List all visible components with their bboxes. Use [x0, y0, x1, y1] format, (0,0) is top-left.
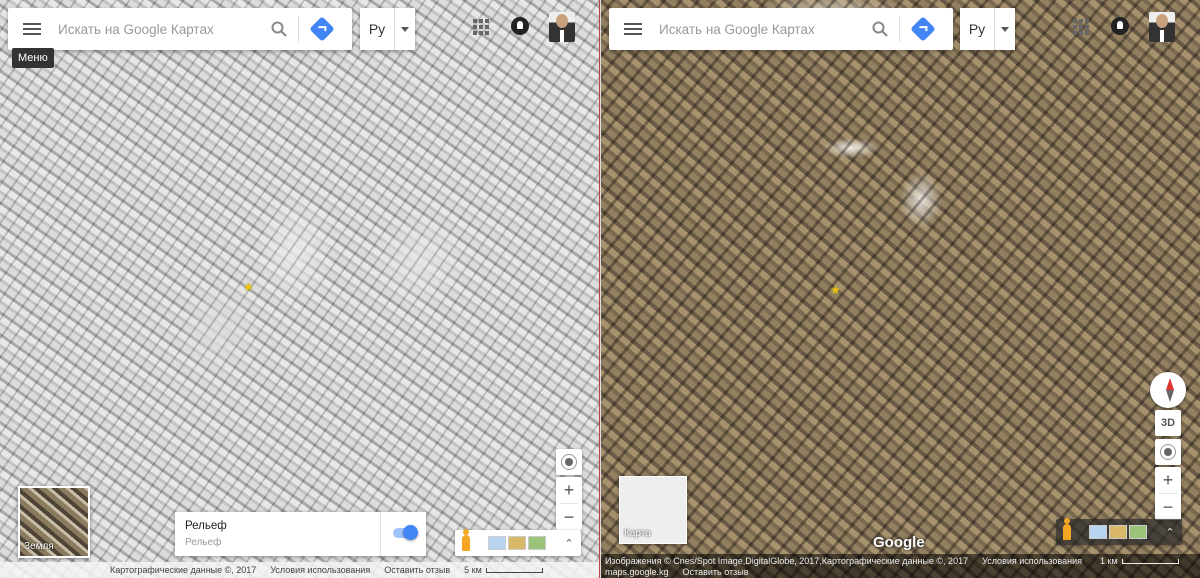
domain-label: maps.google.kg [605, 566, 669, 577]
notifications-icon[interactable] [1111, 17, 1129, 35]
google-logo: Google [873, 534, 925, 551]
map-layer-label: Карта [624, 528, 651, 539]
terms-link[interactable]: Условия использования [270, 565, 370, 575]
zoom-in-button[interactable]: + [1155, 467, 1181, 493]
pegman-icon[interactable] [455, 529, 477, 556]
chevron-down-icon[interactable] [394, 8, 415, 50]
search-icon [872, 21, 888, 37]
notifications-icon[interactable] [511, 17, 529, 35]
layer-thumb-bike[interactable] [1129, 525, 1147, 539]
map-data-credit: Картографические данные ©, 2017 [110, 565, 257, 575]
scale-bar [485, 568, 543, 574]
search-button[interactable] [861, 8, 899, 50]
language-label: Ру [968, 21, 986, 37]
terrain-map-pane[interactable]: Ру Меню ★ Земля Рельеф Рельеф + − ⌃ Карт [0, 0, 600, 578]
compass-north-needle [1166, 378, 1174, 390]
pegman-icon[interactable] [1056, 518, 1078, 545]
menu-button[interactable] [8, 8, 56, 50]
layer-thumb-transit[interactable] [1089, 525, 1107, 539]
language-select[interactable]: Ру [360, 8, 415, 50]
menu-icon [624, 23, 642, 35]
location-icon [1164, 448, 1172, 456]
feedback-link[interactable]: Оставить отзыв [384, 565, 450, 575]
chevron-down-icon[interactable] [994, 8, 1015, 50]
relief-toggle[interactable] [380, 512, 427, 556]
scale-label: 1 км [1100, 556, 1179, 566]
search-box [609, 8, 953, 50]
compass-south-needle [1166, 390, 1174, 402]
language-label: Ру [368, 21, 386, 37]
menu-tooltip: Меню [12, 48, 54, 68]
relief-layer-card: Рельеф Рельеф [175, 512, 426, 556]
relief-subtitle: Рельеф [185, 537, 222, 548]
search-input[interactable] [657, 20, 861, 38]
zoom-control: + − [1155, 467, 1181, 520]
layer-thumb-terrain[interactable] [508, 536, 526, 550]
layers-bar: ⌃ [1056, 518, 1182, 545]
scale-label: 5 км [464, 565, 543, 575]
language-select[interactable]: Ру [960, 8, 1015, 50]
terms-link[interactable]: Условия использования [982, 556, 1082, 566]
chevron-up-icon[interactable]: ⌃ [557, 530, 581, 556]
search-input[interactable] [56, 20, 260, 38]
earth-layer-label: Земля [24, 541, 54, 552]
layer-thumb-terrain[interactable] [1109, 525, 1127, 539]
zoom-out-button[interactable]: − [556, 504, 582, 530]
place-marker-star-icon[interactable]: ★ [243, 280, 254, 294]
tilt-3d-button[interactable]: 3D [1155, 410, 1181, 436]
zoom-control: + − [556, 477, 582, 530]
satellite-map-pane[interactable]: Ру ★ Карта 3D + − ⌃ Google Изображения ©… [601, 0, 1200, 578]
search-button[interactable] [260, 8, 298, 50]
compass-icon[interactable] [1150, 372, 1186, 408]
map-footer: Изображения © Cnes/Spot Image,DigitalGlo… [601, 554, 1200, 578]
place-marker-star-icon[interactable]: ★ [830, 283, 841, 297]
search-icon [271, 21, 287, 37]
zoom-out-button[interactable]: − [1155, 494, 1181, 520]
layer-thumb-transit[interactable] [488, 536, 506, 550]
satellite-map[interactable] [601, 0, 1200, 578]
map-layer-toggle[interactable]: Карта [619, 476, 687, 544]
directions-icon [910, 16, 936, 42]
directions-button[interactable] [299, 8, 345, 50]
feedback-link[interactable]: Оставить отзыв [683, 567, 749, 577]
layers-bar: ⌃ [455, 529, 581, 556]
menu-button[interactable] [609, 8, 657, 50]
imagery-credit: Изображения © Cnes/Spot Image,DigitalGlo… [605, 555, 969, 566]
apps-grid-icon[interactable] [1073, 19, 1089, 35]
my-location-button[interactable] [1155, 439, 1181, 465]
avatar[interactable] [1149, 12, 1175, 42]
avatar[interactable] [549, 12, 575, 42]
zoom-in-button[interactable]: + [556, 477, 582, 503]
directions-button[interactable] [900, 8, 946, 50]
search-box [8, 8, 352, 50]
layer-thumb-bike[interactable] [528, 536, 546, 550]
apps-grid-icon[interactable] [473, 19, 489, 35]
directions-icon [309, 16, 335, 42]
my-location-button[interactable] [556, 449, 582, 475]
location-icon [565, 458, 573, 466]
scale-bar [1121, 558, 1179, 564]
chevron-up-icon[interactable]: ⌃ [1158, 519, 1182, 545]
relief-title: Рельеф [185, 520, 227, 532]
earth-layer-toggle[interactable]: Земля [18, 486, 90, 558]
map-footer: Картографические данные ©, 2017 Условия … [0, 562, 599, 578]
toggle-knob [403, 525, 418, 540]
menu-icon [23, 23, 41, 35]
